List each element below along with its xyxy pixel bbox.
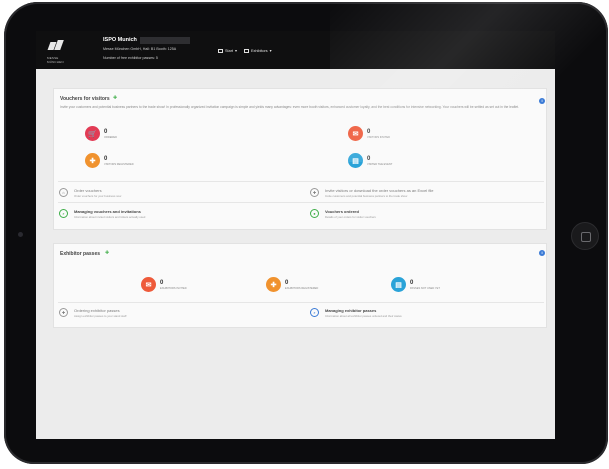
divider bbox=[58, 202, 544, 203]
link-subtitle: Assign exhibitor passes to your stand st… bbox=[74, 314, 127, 318]
stat-label: EXHIBITORS REGISTERED bbox=[285, 286, 319, 290]
link-order-vouchers[interactable]: ⌂ Order vouchers Order vouchers for your… bbox=[59, 188, 121, 198]
exhibitor-pass-count: Number of free exhibitor passes: 5 bbox=[103, 56, 158, 60]
link-manage-vouchers[interactable]: ⌕ Managing vouchers and invitations Info… bbox=[59, 209, 145, 219]
vouchers-description: Invite your customers and potential busi… bbox=[60, 105, 520, 109]
stat-value: 0 bbox=[104, 155, 108, 162]
redacted-text bbox=[140, 37, 190, 44]
divider bbox=[58, 302, 544, 303]
cart-icon: 🛒 bbox=[85, 126, 100, 141]
tablet-device: MESSE MÜNCHEN ISPO Munich Messe München … bbox=[0, 0, 609, 469]
company-name: ISPO Munich bbox=[103, 37, 137, 43]
search-icon: ⌕ bbox=[310, 308, 319, 317]
link-title: Managing exhibitor passes bbox=[325, 308, 377, 313]
stat-exhibitors-registered: ✚ 0 EXHIBITORS REGISTERED bbox=[266, 277, 318, 292]
user-add-icon: ✚ bbox=[310, 188, 319, 197]
nav-start-label: Start bbox=[225, 48, 234, 53]
booth-address: Messe München GmbH, Hall: B1 Booth: 125A bbox=[103, 47, 177, 51]
cart-icon: ⌂ bbox=[59, 188, 68, 197]
stat-label: EXHIBITORS INVITED bbox=[160, 286, 187, 290]
info-icon[interactable]: i bbox=[539, 250, 545, 256]
search-icon: ⌕ bbox=[59, 209, 68, 218]
app-screen: MESSE MÜNCHEN ISPO Munich Messe München … bbox=[36, 31, 555, 439]
envelope-icon: ✉ bbox=[348, 126, 363, 141]
stat-value: 0 bbox=[367, 128, 371, 135]
stat-label: ORDERED bbox=[104, 135, 117, 139]
stat-visitors-invited: ✉ 0 VISITORS INVITED bbox=[348, 126, 390, 141]
stat-label: VISITORS INVITED bbox=[367, 135, 391, 139]
link-subtitle: Order vouchers for your business now bbox=[74, 194, 122, 198]
user-icon: ● bbox=[310, 209, 319, 218]
nav-exhibitors[interactable]: Exhibitors ▾ bbox=[244, 48, 272, 53]
vouchers-title: Vouchers for visitors bbox=[60, 96, 110, 102]
link-title: Vouchers ordered bbox=[325, 209, 359, 214]
link-subtitle: Information about all exhibitor passes o… bbox=[325, 314, 402, 318]
info-icon[interactable]: i bbox=[539, 98, 545, 104]
link-title: Order vouchers bbox=[74, 188, 102, 193]
chevron-down-icon: ▾ bbox=[269, 49, 272, 53]
vouchers-panel: Vouchers for visitors ✚ i Invite your cu… bbox=[53, 88, 547, 230]
stat-value: 0 bbox=[285, 279, 289, 286]
user-add-icon: ✚ bbox=[85, 153, 100, 168]
ticket-icon: ✚ bbox=[113, 95, 118, 101]
link-subtitle: Invite customers and potential business … bbox=[325, 194, 408, 198]
exhibitor-passes-panel: Exhibitor passes ✚ i ✉ 0 EXHIBITORS INVI… bbox=[53, 243, 547, 328]
link-title: Ordering exhibitor passes bbox=[74, 308, 120, 313]
link-subtitle: Details of your orders for visitor vouch… bbox=[325, 215, 376, 219]
exhibitor-title: Exhibitor passes bbox=[60, 251, 101, 257]
link-title: Managing vouchers and invitations bbox=[74, 209, 141, 214]
stat-value: 0 bbox=[104, 128, 108, 135]
people-icon bbox=[244, 48, 249, 53]
link-order-exhibitor-passes[interactable]: ✚ Ordering exhibitor passes Assign exhib… bbox=[59, 308, 126, 318]
user-add-icon: ✚ bbox=[266, 277, 281, 292]
stat-visitors-registered: ✚ 0 VISITORS REGISTERED bbox=[85, 153, 134, 168]
stat-value: 0 bbox=[160, 279, 164, 286]
stat-label: PASSES NOT USED YET bbox=[410, 286, 440, 290]
stat-visited-event: ▤ 0 VISITED THE EVENT bbox=[348, 153, 392, 168]
envelope-icon: ✉ bbox=[141, 277, 156, 292]
stat-exhibitors-invited: ✉ 0 EXHIBITORS INVITED bbox=[141, 277, 187, 292]
nav-start[interactable]: Start ▾ bbox=[218, 48, 237, 53]
link-manage-exhibitor-passes[interactable]: ⌕ Managing exhibitor passes Information … bbox=[310, 308, 402, 318]
stat-value: 0 bbox=[410, 279, 414, 286]
link-vouchers-ordered[interactable]: ● Vouchers ordered Details of your order… bbox=[310, 209, 376, 219]
stat-value: 0 bbox=[367, 155, 371, 162]
stat-passes-unused: ▤ 0 PASSES NOT USED YET bbox=[391, 277, 440, 292]
link-invite-visitors[interactable]: ✚ Invite visitors or download the order … bbox=[310, 188, 434, 198]
link-title: Invite visitors or download the order vo… bbox=[325, 188, 434, 193]
stat-label: VISITED THE EVENT bbox=[367, 162, 393, 166]
grid-icon bbox=[218, 48, 223, 53]
stat-ordered: 🛒 0 ORDERED bbox=[85, 126, 117, 141]
stat-label: VISITORS REGISTERED bbox=[104, 162, 134, 166]
divider bbox=[58, 181, 544, 182]
link-subtitle: Information about invited visitors and t… bbox=[74, 215, 146, 219]
camera-lens bbox=[18, 232, 23, 237]
ticket-icon: ▤ bbox=[348, 153, 363, 168]
home-button[interactable] bbox=[571, 222, 599, 250]
top-bar: MESSE MÜNCHEN ISPO Munich Messe München … bbox=[36, 31, 555, 69]
nav-exhibitors-label: Exhibitors bbox=[251, 48, 268, 53]
user-add-icon: ✚ bbox=[59, 308, 68, 317]
ticket-icon: ✚ bbox=[105, 250, 110, 256]
brand-logo: MESSE MÜNCHEN bbox=[47, 38, 67, 64]
chevron-down-icon: ▾ bbox=[235, 49, 237, 53]
ticket-icon: ▤ bbox=[391, 277, 406, 292]
